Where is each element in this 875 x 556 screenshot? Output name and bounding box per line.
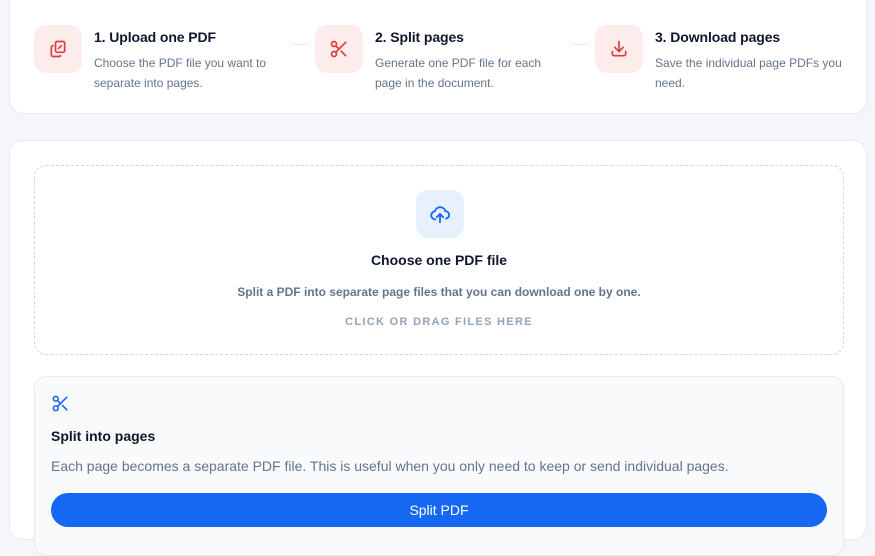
split-pdf-button[interactable]: Split PDF (51, 493, 827, 527)
step-description: Save the individual page PDFs you need. (655, 56, 842, 90)
step-download: 3. Download pages Save the individual pa… (595, 25, 845, 93)
file-dropzone[interactable]: Choose one PDF file Split a PDF into sep… (34, 165, 844, 355)
step-description: Generate one PDF file for each page in t… (375, 56, 542, 90)
dropzone-cta[interactable]: CLICK OR DRAG FILES HERE (35, 316, 843, 328)
cloud-upload-icon (416, 190, 464, 238)
step-upload: 1. Upload one PDF Choose the PDF file yo… (34, 25, 284, 93)
copy-icon (34, 25, 82, 73)
split-title: Split into pages (51, 428, 156, 444)
step-title: 2. Split pages (375, 29, 464, 45)
step-title: 1. Upload one PDF (94, 29, 216, 45)
split-description: Each page becomes a separate PDF file. T… (51, 458, 729, 474)
split-tool-card: Choose one PDF file Split a PDF into sep… (9, 140, 867, 556)
step-title: 3. Download pages (655, 29, 781, 45)
dropzone-title: Choose one PDF file (370, 252, 508, 268)
split-options-panel: Split into pages Each page becomes a sep… (34, 376, 844, 556)
scissors-icon (51, 394, 70, 418)
step-description: Choose the PDF file you want to separate… (94, 56, 267, 90)
scissors-icon (315, 25, 363, 73)
step-connector (572, 44, 588, 45)
steps-card: 1. Upload one PDF Choose the PDF file yo… (9, 0, 867, 114)
step-connector (292, 44, 308, 45)
dropzone-subtitle: Split a PDF into separate page files tha… (237, 285, 641, 299)
download-icon (595, 25, 643, 73)
step-split: 2. Split pages Generate one PDF file for… (315, 25, 565, 93)
